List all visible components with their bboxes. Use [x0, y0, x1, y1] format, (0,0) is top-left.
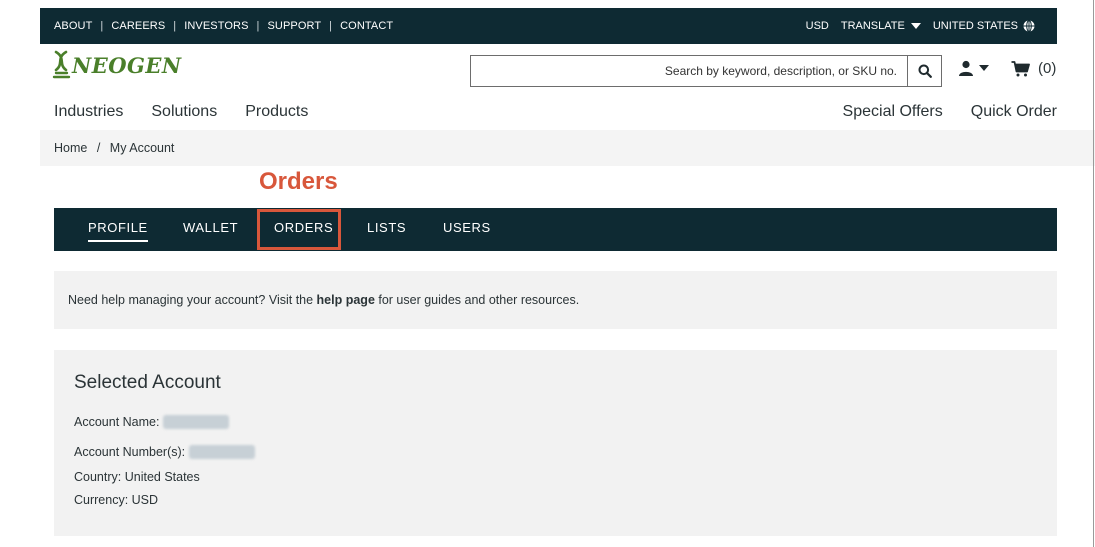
investors-link[interactable]: INVESTORS: [184, 20, 248, 32]
tab-wallet[interactable]: WALLET: [183, 208, 238, 251]
cart-count: (0): [1038, 60, 1057, 77]
currency-selector[interactable]: USD: [806, 20, 829, 32]
help-text-end: for user guides and other resources.: [374, 293, 580, 307]
breadcrumb-current: My Account: [109, 141, 175, 155]
contact-link[interactable]: CONTACT: [340, 20, 393, 32]
region-selector[interactable]: UNITED STATES: [933, 20, 1035, 32]
account-number-row: Account Number(s):: [74, 445, 256, 459]
about-link[interactable]: ABOUT: [54, 20, 92, 32]
special-offers-link[interactable]: Special Offers: [843, 103, 943, 121]
utility-right: USD TRANSLATE UNITED STATES: [794, 8, 1035, 44]
secondary-nav: Special Offers Quick Order: [815, 103, 1057, 121]
breadcrumb: Home / My Account: [54, 141, 174, 155]
neogen-logo[interactable]: NEOGEN: [52, 50, 182, 80]
nav-products[interactable]: Products: [245, 103, 308, 121]
account-tabs: PROFILE WALLET ORDERS LISTS USERS: [54, 208, 1057, 251]
region-label: UNITED STATES: [932, 20, 1018, 32]
translate-dropdown[interactable]: TRANSLATE: [841, 20, 921, 32]
selected-account-title: Selected Account: [74, 372, 221, 393]
search-button[interactable]: [907, 56, 941, 86]
nav-industries[interactable]: Industries: [54, 103, 123, 121]
translate-label: TRANSLATE: [840, 20, 905, 32]
divider: |: [256, 20, 260, 32]
account-number-redacted: [189, 445, 256, 459]
account-name-redacted: [163, 415, 230, 429]
divider: |: [329, 20, 333, 32]
cart-icon: [1011, 60, 1030, 76]
careers-link[interactable]: CAREERS: [111, 20, 165, 32]
breadcrumb-bar: Home / My Account: [40, 130, 1095, 166]
search-icon: [918, 64, 932, 78]
user-icon: [959, 60, 973, 76]
page-edge-divider: [1093, 0, 1094, 547]
divider: |: [173, 20, 177, 32]
selected-account-card: Selected Account Account Name: Account N…: [54, 350, 1057, 536]
logo-text: NEOGEN: [72, 52, 182, 78]
chevron-down-icon: [979, 65, 989, 71]
utility-links: ABOUT | CAREERS | INVESTORS | SUPPORT | …: [54, 8, 393, 44]
chevron-down-icon: [910, 23, 921, 29]
utility-bar: ABOUT | CAREERS | INVESTORS | SUPPORT | …: [40, 8, 1057, 44]
account-name-row: Account Name:: [74, 415, 230, 429]
nav-solutions[interactable]: Solutions: [151, 103, 217, 121]
logo-mark-icon: [52, 50, 71, 79]
tab-lists[interactable]: LISTS: [367, 208, 406, 251]
breadcrumb-separator: /: [96, 141, 101, 155]
divider: |: [100, 20, 104, 32]
globe-icon: [1023, 20, 1035, 32]
help-text-start: Need help managing your account? Visit t…: [68, 293, 317, 307]
account-number-label: Account Number(s):: [74, 445, 186, 459]
search-input[interactable]: [471, 56, 907, 86]
help-text: Need help managing your account? Visit t…: [68, 293, 579, 307]
account-menu[interactable]: [958, 60, 989, 76]
breadcrumb-home[interactable]: Home: [54, 141, 87, 155]
quick-order-link[interactable]: Quick Order: [971, 103, 1057, 121]
support-link[interactable]: SUPPORT: [267, 20, 321, 32]
cart-button[interactable]: (0): [1011, 60, 1056, 77]
tab-users[interactable]: USERS: [443, 208, 491, 251]
annotation-label: Orders: [259, 168, 338, 195]
help-page-link[interactable]: help page: [317, 293, 375, 307]
account-name-label: Account Name:: [74, 415, 160, 429]
tab-profile[interactable]: PROFILE: [88, 208, 148, 251]
main-nav: Industries Solutions Products: [54, 103, 336, 121]
help-banner: Need help managing your account? Visit t…: [54, 271, 1057, 329]
search-box: [470, 55, 942, 87]
currency-row: Currency: USD: [74, 493, 159, 507]
country-row: Country: United States: [74, 470, 200, 484]
orders-highlight-box: [257, 209, 341, 250]
